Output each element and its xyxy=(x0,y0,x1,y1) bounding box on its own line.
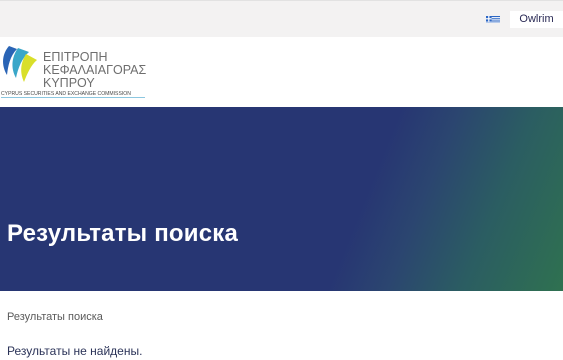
cysec-logo[interactable]: ΕΠΙΤΡΟΠΗ ΚΕΦΑΛΑΙΑΓΟΡΑΣ ΚΥΠΡΟΥ CYPRUS SEC… xyxy=(0,44,150,100)
hero-banner xyxy=(0,107,563,291)
breadcrumb: Результаты поиска xyxy=(7,311,103,323)
greek-flag-icon[interactable] xyxy=(486,13,500,23)
page-title: Результаты поиска xyxy=(7,220,239,247)
logo-tagline: CYPRUS SECURITIES AND EXCHANGE COMMISSIO… xyxy=(1,91,131,97)
no-results-message: Результаты не найдены. xyxy=(7,344,143,358)
top-bar: Owlrim xyxy=(0,0,563,37)
logo-line-1: ΕΠΙΤΡΟΠΗ xyxy=(43,50,108,64)
language-button[interactable]: Owlrim xyxy=(510,11,563,28)
logo-line-2: ΚΕΦΑΛΑΙΑΓΟΡΑΣ xyxy=(43,63,146,77)
logo-line-3: ΚΥΠΡΟΥ xyxy=(43,76,95,90)
